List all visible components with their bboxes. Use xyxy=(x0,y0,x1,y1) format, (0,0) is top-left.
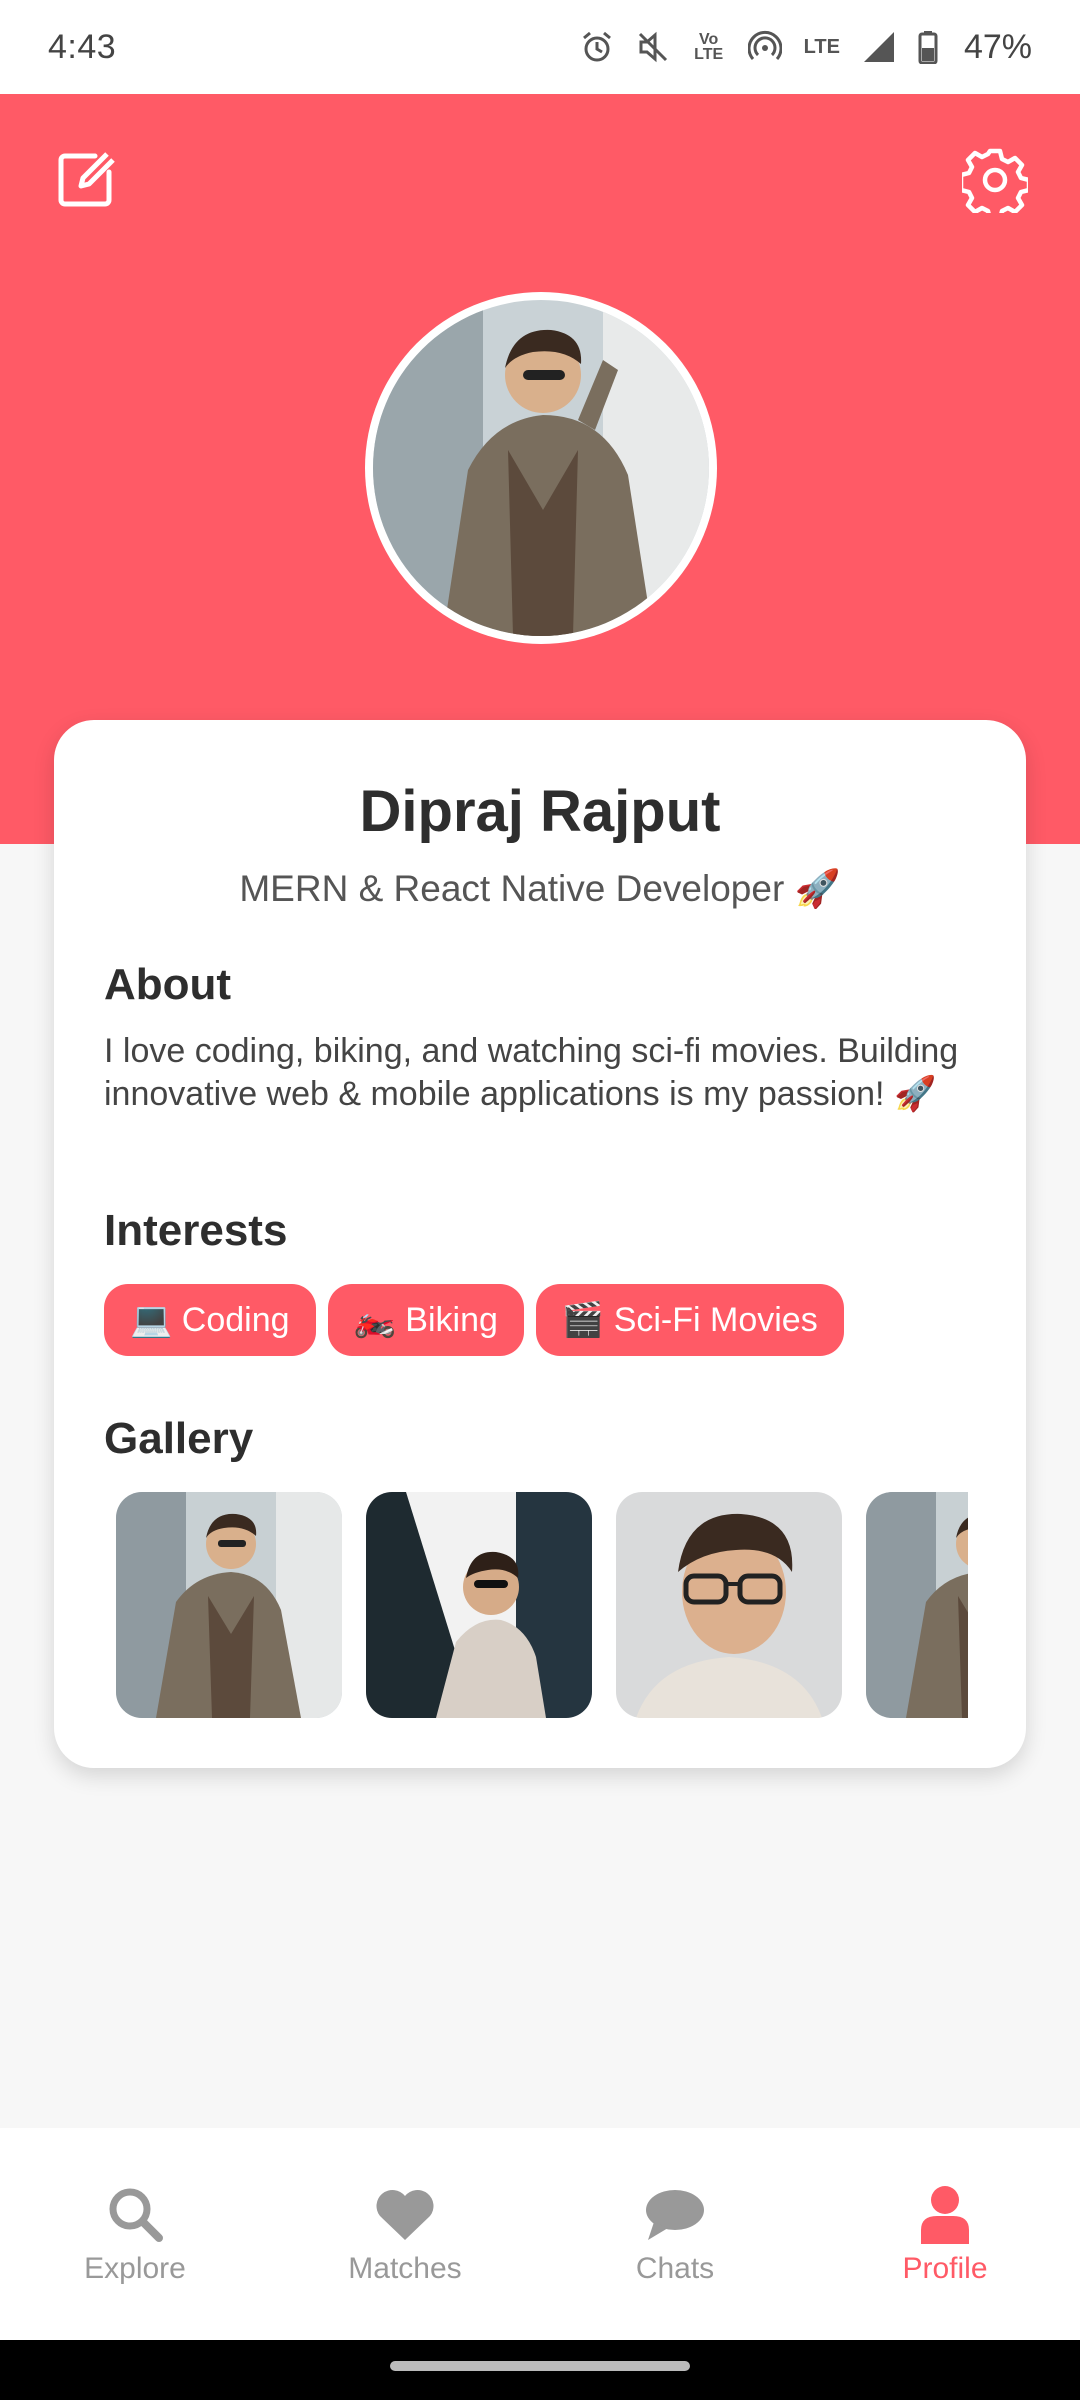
interest-chips: 💻 Coding 🏍️ Biking 🎬 Sci-Fi Movies xyxy=(104,1284,844,1356)
alarm-icon xyxy=(580,30,614,64)
about-text: I love coding, biking, and watching sci-… xyxy=(104,1032,959,1113)
edit-icon xyxy=(58,152,115,207)
gallery-strip[interactable] xyxy=(116,1492,968,1718)
profile-card: Dipraj Rajput MERN & React Native Develo… xyxy=(54,720,1026,1768)
nav-explore[interactable]: Explore xyxy=(0,2128,270,2340)
gear-icon xyxy=(962,148,1028,213)
home-gesture-handle[interactable] xyxy=(390,2361,690,2371)
signal-icon xyxy=(862,30,896,64)
gallery-photo[interactable] xyxy=(616,1492,842,1718)
interest-chip-biking[interactable]: 🏍️ Biking xyxy=(327,1284,524,1356)
profile-name: Dipraj Rajput xyxy=(359,779,721,844)
battery-icon xyxy=(918,30,938,64)
settings-button[interactable] xyxy=(960,145,1030,215)
interest-chip-coding[interactable]: 💻 Coding xyxy=(104,1284,316,1356)
status-time: 4:43 xyxy=(48,27,117,66)
lte-icon: LTE xyxy=(803,35,840,58)
nav-profile[interactable]: Profile xyxy=(810,2128,1080,2340)
hotspot-icon xyxy=(747,30,782,64)
lte-label: LTE xyxy=(803,35,840,58)
chat-icon xyxy=(643,2182,707,2246)
interests-heading: Interests xyxy=(104,1206,288,1255)
avatar[interactable] xyxy=(373,300,709,636)
nav-explore-label: Explore xyxy=(84,2252,186,2285)
bottom-nav: Explore Matches Chats Profile xyxy=(0,2128,1080,2340)
nav-matches[interactable]: Matches xyxy=(270,2128,540,2340)
nav-matches-label: Matches xyxy=(348,2252,462,2285)
nav-chats[interactable]: Chats xyxy=(540,2128,810,2340)
battery-percent: 47% xyxy=(963,27,1032,66)
search-icon xyxy=(103,2182,167,2246)
mute-icon xyxy=(636,30,670,64)
volte-icon: Vo LTE xyxy=(694,31,724,63)
nav-profile-label: Profile xyxy=(902,2252,988,2285)
interest-chip-scifi[interactable]: 🎬 Sci-Fi Movies xyxy=(535,1284,844,1356)
edit-profile-button[interactable] xyxy=(50,145,120,215)
avatar-ring xyxy=(365,292,717,644)
status-bar: 4:43 Vo LTE LTE 47% xyxy=(0,0,1080,94)
status-icons: Vo LTE LTE 47% xyxy=(580,28,1032,67)
gallery-photo[interactable] xyxy=(866,1492,968,1718)
about-heading: About xyxy=(104,960,232,1009)
nav-chats-label: Chats xyxy=(635,2252,715,2285)
gallery-heading: Gallery xyxy=(104,1414,254,1463)
heart-icon xyxy=(373,2182,437,2246)
gallery-photo[interactable] xyxy=(366,1492,592,1718)
profile-title: MERN & React Native Developer 🚀 xyxy=(239,868,841,909)
gallery-photo[interactable] xyxy=(116,1492,342,1718)
person-icon xyxy=(913,2182,977,2246)
